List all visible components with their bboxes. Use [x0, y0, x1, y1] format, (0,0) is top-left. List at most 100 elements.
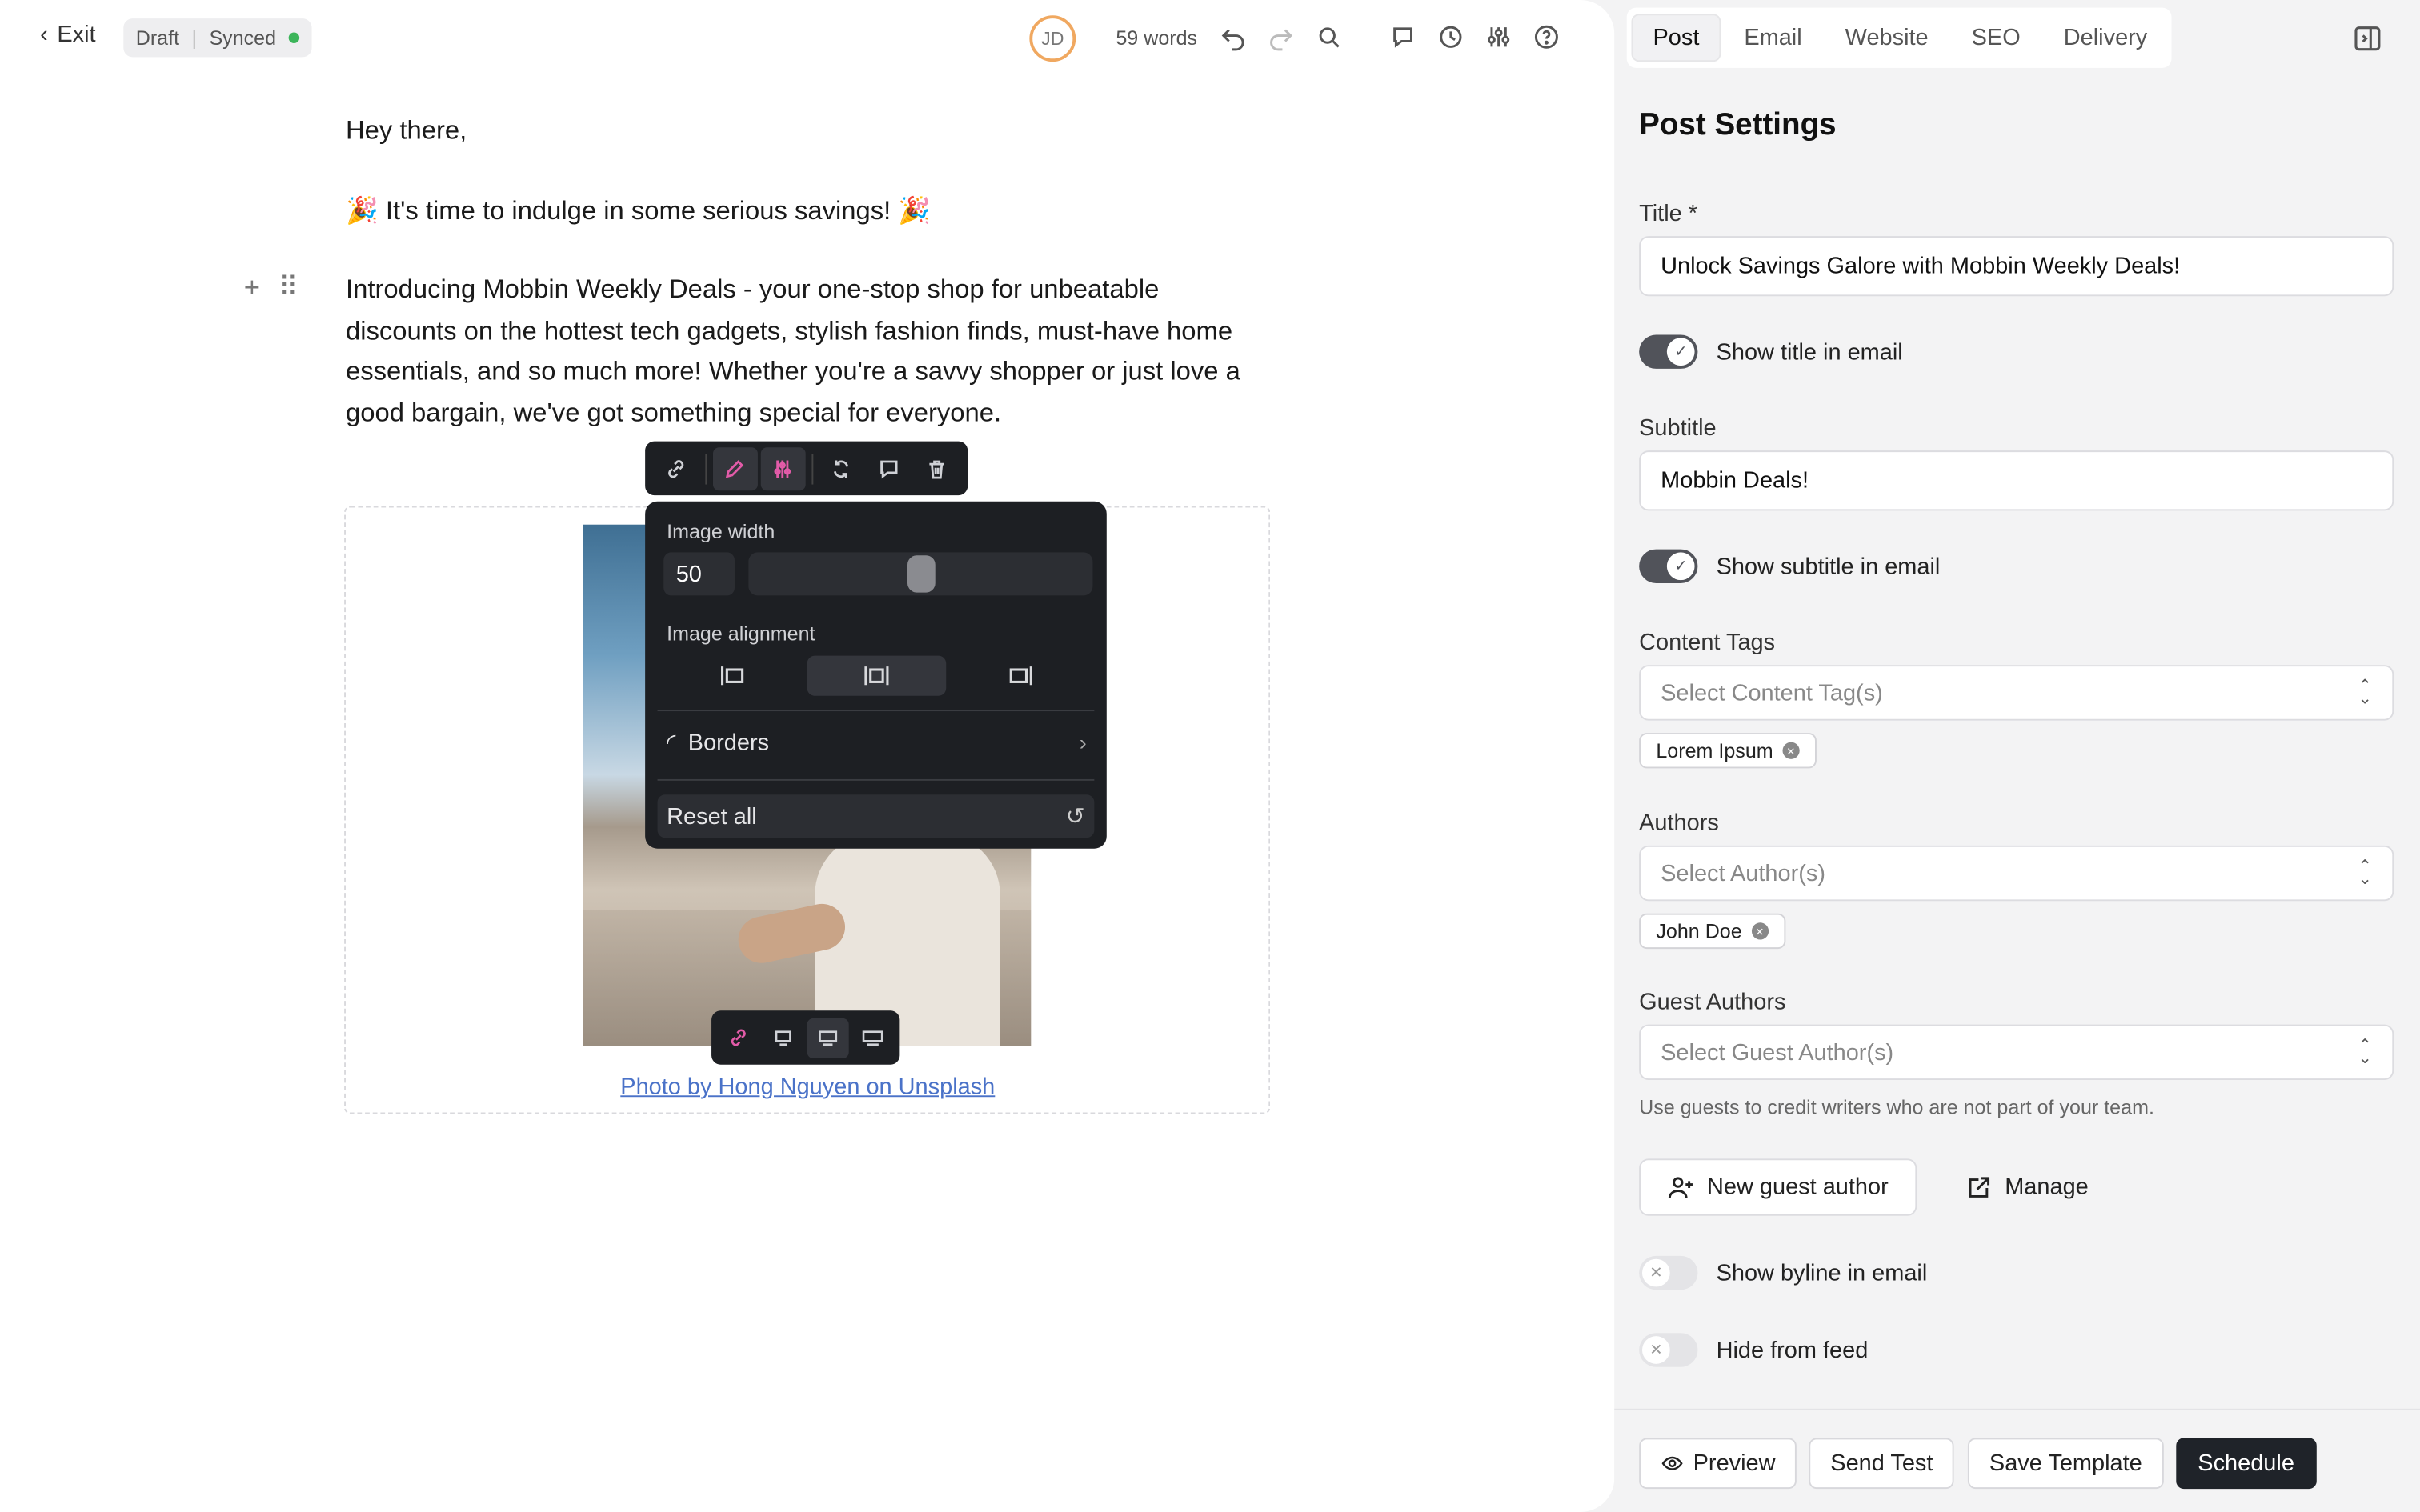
external-link-icon — [1969, 1176, 1990, 1197]
help-icon[interactable] — [1529, 20, 1563, 54]
chevron-right-icon: › — [1079, 730, 1087, 755]
check-icon: ✓ — [1666, 552, 1695, 581]
subtitle-input[interactable]: Mobbin Deals! — [1639, 450, 2394, 511]
hide-feed-toggle[interactable]: ✕ — [1639, 1333, 1698, 1367]
slider-thumb[interactable] — [907, 555, 935, 593]
page-title: Post Settings — [1639, 107, 1837, 142]
caption-toolbar — [711, 1010, 900, 1065]
image-width-slider[interactable] — [748, 552, 1093, 596]
guest-authors-label: Guest Authors — [1639, 989, 1786, 1015]
sliders-icon[interactable] — [1481, 20, 1515, 54]
show-subtitle-label: Show subtitle in email — [1716, 553, 1941, 580]
popover-divider — [657, 710, 1095, 712]
undo-icon[interactable] — [1216, 20, 1250, 54]
image-width-input[interactable]: 50 — [663, 552, 735, 596]
search-icon[interactable] — [1312, 20, 1345, 54]
drag-handle-icon[interactable]: ⠿ — [278, 271, 298, 303]
link-icon[interactable] — [655, 446, 699, 490]
show-title-toggle[interactable]: ✓ — [1639, 334, 1698, 369]
width-wide-icon[interactable] — [806, 1017, 850, 1058]
width-full-icon[interactable] — [851, 1018, 894, 1058]
status-draft: Draft — [135, 26, 180, 50]
comment-icon[interactable] — [1386, 20, 1420, 54]
body-paragraph[interactable]: Introducing Mobbin Weekly Deals - your o… — [346, 270, 1272, 433]
greeting-paragraph[interactable]: Hey there, — [346, 111, 1272, 152]
width-regular-icon[interactable] — [762, 1018, 805, 1058]
show-subtitle-toggle[interactable]: ✓ — [1639, 549, 1698, 583]
block-controls: + ⠿ — [244, 271, 299, 303]
send-test-button[interactable]: Send Test — [1809, 1438, 1955, 1490]
content-tags-label: Content Tags — [1639, 629, 1776, 656]
reset-all-button[interactable]: Reset all ↺ — [657, 794, 1095, 838]
title-label: Title * — [1639, 200, 1698, 227]
trash-icon[interactable] — [914, 446, 959, 490]
tab-post[interactable]: Post — [1631, 14, 1721, 62]
preview-label: Preview — [1693, 1450, 1776, 1477]
tab-seo[interactable]: SEO — [1952, 14, 2041, 62]
subtitle-label: Subtitle — [1639, 414, 1717, 442]
exit-button[interactable]: ‹ Exit — [40, 22, 95, 48]
image-alignment-label: Image alignment — [667, 622, 815, 646]
synced-dot-icon — [288, 32, 300, 43]
border-style-icon: ◜ — [667, 730, 676, 756]
panel-toggle-icon[interactable] — [2352, 23, 2383, 54]
settings-tabs: Post Email Website SEO Delivery — [1626, 7, 2173, 68]
replace-icon[interactable] — [819, 446, 863, 490]
show-byline-toggle[interactable]: ✕ — [1639, 1255, 1698, 1290]
headline-paragraph[interactable]: 🎉 It's time to indulge in some serious s… — [346, 190, 1272, 231]
history-icon[interactable] — [1434, 20, 1468, 54]
tab-website[interactable]: Website — [1825, 14, 1949, 62]
comment-icon[interactable] — [867, 446, 912, 490]
authors-placeholder: Select Author(s) — [1661, 860, 1825, 886]
status-synced: Synced — [209, 26, 277, 50]
settings-pane: Post Email Website SEO Delivery Post Set… — [1614, 0, 2420, 1512]
content-tags-placeholder: Select Content Tag(s) — [1661, 679, 1883, 706]
content-tags-select[interactable]: Select Content Tag(s) ⌃ ⌄ — [1639, 665, 2394, 721]
authors-select[interactable]: Select Author(s) ⌃ ⌄ — [1639, 845, 2394, 902]
schedule-button[interactable]: Schedule — [2176, 1438, 2316, 1490]
eye-icon — [1661, 1456, 1683, 1470]
align-right-button[interactable] — [951, 656, 1090, 696]
new-guest-author-button[interactable]: New guest author — [1639, 1158, 1917, 1216]
add-block-icon[interactable]: + — [244, 271, 260, 303]
title-input[interactable]: Unlock Savings Galore with Mobbin Weekly… — [1639, 236, 2394, 297]
content-tag-chip[interactable]: Lorem Ipsum × — [1639, 733, 1817, 769]
manage-button[interactable]: Manage — [1938, 1158, 2114, 1215]
updown-chevron-icon: ⌃ ⌄ — [2358, 677, 2373, 709]
link-icon[interactable] — [718, 1018, 761, 1058]
guest-authors-select[interactable]: Select Guest Author(s) ⌃ ⌄ — [1639, 1024, 2394, 1080]
tab-delivery[interactable]: Delivery — [2044, 14, 2168, 62]
show-title-label: Show title in email — [1716, 338, 1903, 366]
popover-divider — [657, 778, 1095, 781]
remove-icon[interactable]: × — [1751, 922, 1769, 940]
borders-row[interactable]: ◜ Borders › — [667, 728, 1087, 756]
document-body[interactable]: Hey there, 🎉 It's time to indulge in som… — [346, 111, 1272, 472]
new-guest-author-label: New guest author — [1706, 1174, 1889, 1201]
author-chip[interactable]: John Doe × — [1639, 913, 1785, 950]
save-template-button[interactable]: Save Template — [1967, 1438, 2164, 1490]
guest-authors-placeholder: Select Guest Author(s) — [1661, 1038, 1894, 1066]
show-byline-row: ✕ Show byline in email — [1639, 1255, 1927, 1290]
image-caption[interactable]: Photo by Hong Nguyen on Unsplash — [620, 1074, 995, 1100]
guest-authors-hint: Use guests to credit writers who are not… — [1639, 1095, 2154, 1119]
authors-label: Authors — [1639, 810, 1719, 837]
footer-actions: Preview Send Test Save Template Schedule — [1614, 1408, 2420, 1512]
edit-pencil-icon[interactable] — [712, 446, 758, 490]
tab-email[interactable]: Email — [1724, 14, 1821, 62]
image-settings-popover: Image width 50 Image alignment ◜ Borders… — [645, 501, 1107, 849]
image-toolbar — [645, 441, 968, 496]
chevron-left-icon: ‹ — [40, 21, 48, 48]
preview-button[interactable]: Preview — [1639, 1438, 1797, 1490]
chip-label: Lorem Ipsum — [1656, 738, 1773, 762]
show-subtitle-row: ✓ Show subtitle in email — [1639, 549, 1941, 583]
manage-label: Manage — [2005, 1174, 2089, 1201]
avatar[interactable]: JD — [1029, 15, 1076, 62]
align-center-button[interactable] — [807, 655, 947, 696]
status-separator: | — [191, 26, 198, 50]
x-icon: ✕ — [1641, 1336, 1670, 1364]
redo-icon[interactable] — [1264, 20, 1297, 54]
remove-icon[interactable]: × — [1782, 742, 1800, 759]
align-left-button[interactable] — [663, 656, 803, 696]
image-settings-icon[interactable] — [760, 446, 805, 490]
x-icon: ✕ — [1641, 1258, 1670, 1287]
